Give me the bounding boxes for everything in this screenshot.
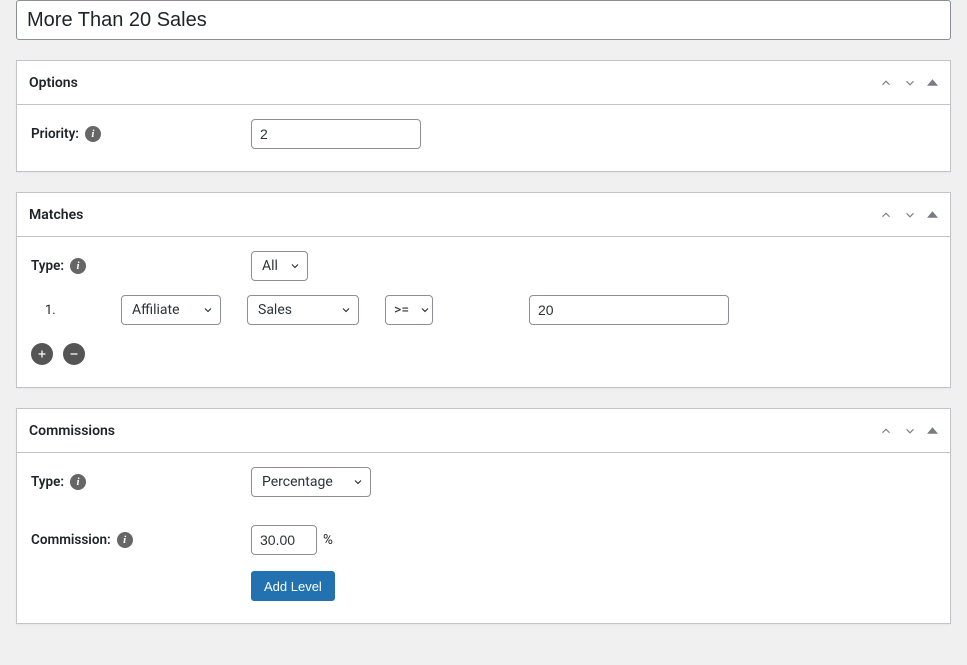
chevron-down-icon: [352, 476, 364, 488]
commission-suffix: %: [323, 532, 333, 548]
info-icon[interactable]: i: [70, 474, 86, 490]
matches-panel: Matches Type: i All 1.: [16, 192, 951, 388]
match-type-select[interactable]: All: [251, 251, 308, 281]
chevron-down-icon[interactable]: [903, 76, 917, 90]
panel-handle-actions: [879, 208, 938, 222]
info-icon[interactable]: i: [85, 126, 101, 142]
options-heading: Options: [29, 75, 78, 91]
commissions-heading: Commissions: [29, 423, 115, 439]
commission-value-input[interactable]: [251, 525, 317, 555]
chevron-down-icon: [419, 304, 431, 316]
match-type-label: Type: i: [31, 258, 251, 274]
collapse-toggle-icon[interactable]: [927, 425, 938, 436]
commissions-panel: Commissions Type: i Percentage: [16, 408, 951, 624]
match-metric-select[interactable]: Sales: [247, 295, 359, 325]
matches-heading: Matches: [29, 207, 83, 223]
info-icon[interactable]: i: [70, 258, 86, 274]
chevron-up-icon[interactable]: [879, 76, 893, 90]
chevron-down-icon: [289, 260, 301, 272]
rule-title-input[interactable]: [16, 0, 951, 40]
match-threshold-input[interactable]: [529, 295, 729, 325]
chevron-down-icon: [340, 304, 352, 316]
collapse-toggle-icon[interactable]: [927, 209, 938, 220]
chevron-up-icon[interactable]: [879, 424, 893, 438]
chevron-down-icon[interactable]: [903, 208, 917, 222]
add-condition-button[interactable]: [31, 343, 53, 365]
options-panel-header: Options: [17, 61, 950, 105]
chevron-up-icon[interactable]: [879, 208, 893, 222]
options-panel: Options Priority: i: [16, 60, 951, 172]
match-subject-select[interactable]: Affiliate: [121, 295, 221, 325]
commissions-panel-header: Commissions: [17, 409, 950, 453]
remove-condition-button[interactable]: [63, 343, 85, 365]
priority-label: Priority: i: [31, 126, 251, 142]
match-operator-select[interactable]: >=: [385, 295, 433, 325]
chevron-down-icon: [202, 304, 214, 316]
chevron-down-icon[interactable]: [903, 424, 917, 438]
commission-value-label: Commission: i: [31, 532, 251, 548]
commission-type-select[interactable]: Percentage: [251, 467, 371, 497]
info-icon[interactable]: i: [117, 532, 133, 548]
priority-input[interactable]: [251, 119, 421, 149]
match-row-number: 1.: [31, 303, 121, 318]
commission-type-label: Type: i: [31, 474, 251, 490]
panel-handle-actions: [879, 424, 938, 438]
matches-panel-header: Matches: [17, 193, 950, 237]
collapse-toggle-icon[interactable]: [927, 77, 938, 88]
panel-handle-actions: [879, 76, 938, 90]
add-level-button[interactable]: Add Level: [251, 571, 335, 601]
match-condition-row: 1. Affiliate Sales >=: [31, 295, 936, 325]
